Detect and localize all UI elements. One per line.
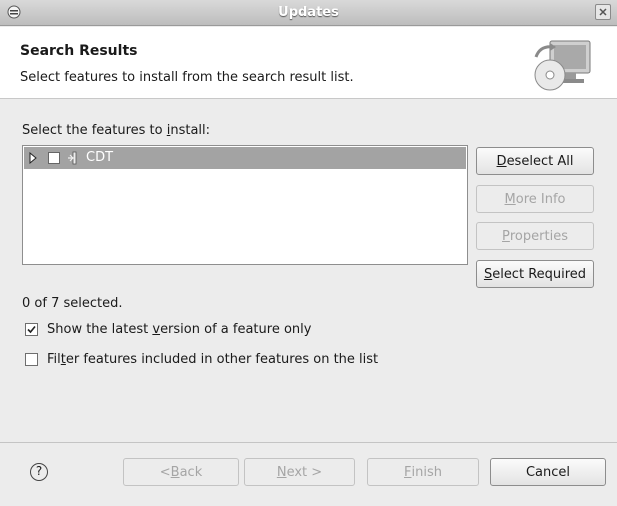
- filter-features-label: Filter features included in other featur…: [47, 352, 378, 367]
- expand-arrow-icon[interactable]: [28, 152, 38, 164]
- button-text: roperties: [509, 228, 568, 244]
- window-title: Updates: [278, 5, 339, 20]
- finish-button[interactable]: Finish: [367, 458, 479, 486]
- help-icon[interactable]: ?: [30, 463, 48, 481]
- option-text: Fil: [47, 351, 61, 367]
- mnemonic: S: [483, 266, 493, 282]
- mnemonic: D: [496, 153, 507, 169]
- feature-label: CDT: [86, 150, 114, 165]
- select-required-button[interactable]: Select Required: [476, 260, 594, 288]
- button-text-end: ack: [179, 464, 203, 480]
- next-button[interactable]: Next >: [244, 458, 355, 486]
- checkmark-icon: [27, 325, 36, 333]
- mnemonic: P: [502, 228, 510, 244]
- updates-dialog: Updates Search Results Select features t…: [0, 0, 617, 506]
- button-text-end: ext >: [286, 464, 323, 480]
- footer-separator: [0, 442, 617, 443]
- button-text: eselect All: [506, 153, 574, 169]
- dialog-header: Search Results Select features to instal…: [0, 27, 617, 99]
- mnemonic: N: [276, 464, 287, 480]
- latest-version-option[interactable]: Show the latest version of a feature onl…: [25, 320, 311, 338]
- header-description: Select features to install from the sear…: [20, 70, 354, 85]
- properties-button[interactable]: Properties: [476, 222, 594, 250]
- option-text-end: ersion of a feature only: [160, 321, 312, 337]
- label-text-end: nstall:: [170, 123, 211, 138]
- button-text: ore Info: [515, 191, 566, 207]
- option-text: Show the latest: [47, 321, 153, 337]
- button-text-end: inish: [411, 464, 442, 480]
- cancel-button[interactable]: Cancel: [490, 458, 606, 486]
- features-tree[interactable]: CDT: [22, 145, 468, 265]
- latest-version-checkbox[interactable]: [25, 322, 38, 336]
- feature-icon: [68, 151, 77, 165]
- option-text-end: er features included in other features o…: [65, 351, 379, 367]
- mnemonic: M: [504, 191, 516, 207]
- latest-version-label: Show the latest version of a feature onl…: [47, 322, 311, 337]
- more-info-button[interactable]: More Info: [476, 185, 594, 213]
- mnemonic: v: [152, 321, 161, 337]
- deselect-all-button[interactable]: Deselect All: [476, 147, 594, 175]
- mnemonic: F: [404, 464, 412, 480]
- back-button[interactable]: < Back: [123, 458, 239, 486]
- filter-features-checkbox[interactable]: [25, 352, 38, 366]
- features-list-label: Select the features to install:: [22, 123, 210, 138]
- update-cd-monitor-icon: [534, 40, 591, 91]
- title-bar: Updates: [0, 0, 617, 26]
- selection-status: 0 of 7 selected.: [22, 296, 123, 311]
- close-icon: [599, 8, 607, 16]
- close-button[interactable]: [595, 4, 611, 20]
- header-title: Search Results: [20, 43, 138, 59]
- filter-features-option[interactable]: Filter features included in other featur…: [25, 350, 378, 368]
- button-text: elect Required: [492, 266, 587, 282]
- button-text: <: [159, 464, 171, 480]
- tree-row-cdt[interactable]: CDT: [24, 147, 466, 169]
- mnemonic: B: [170, 464, 180, 480]
- label-text: Select the features to: [22, 123, 167, 138]
- feature-checkbox[interactable]: [48, 152, 60, 164]
